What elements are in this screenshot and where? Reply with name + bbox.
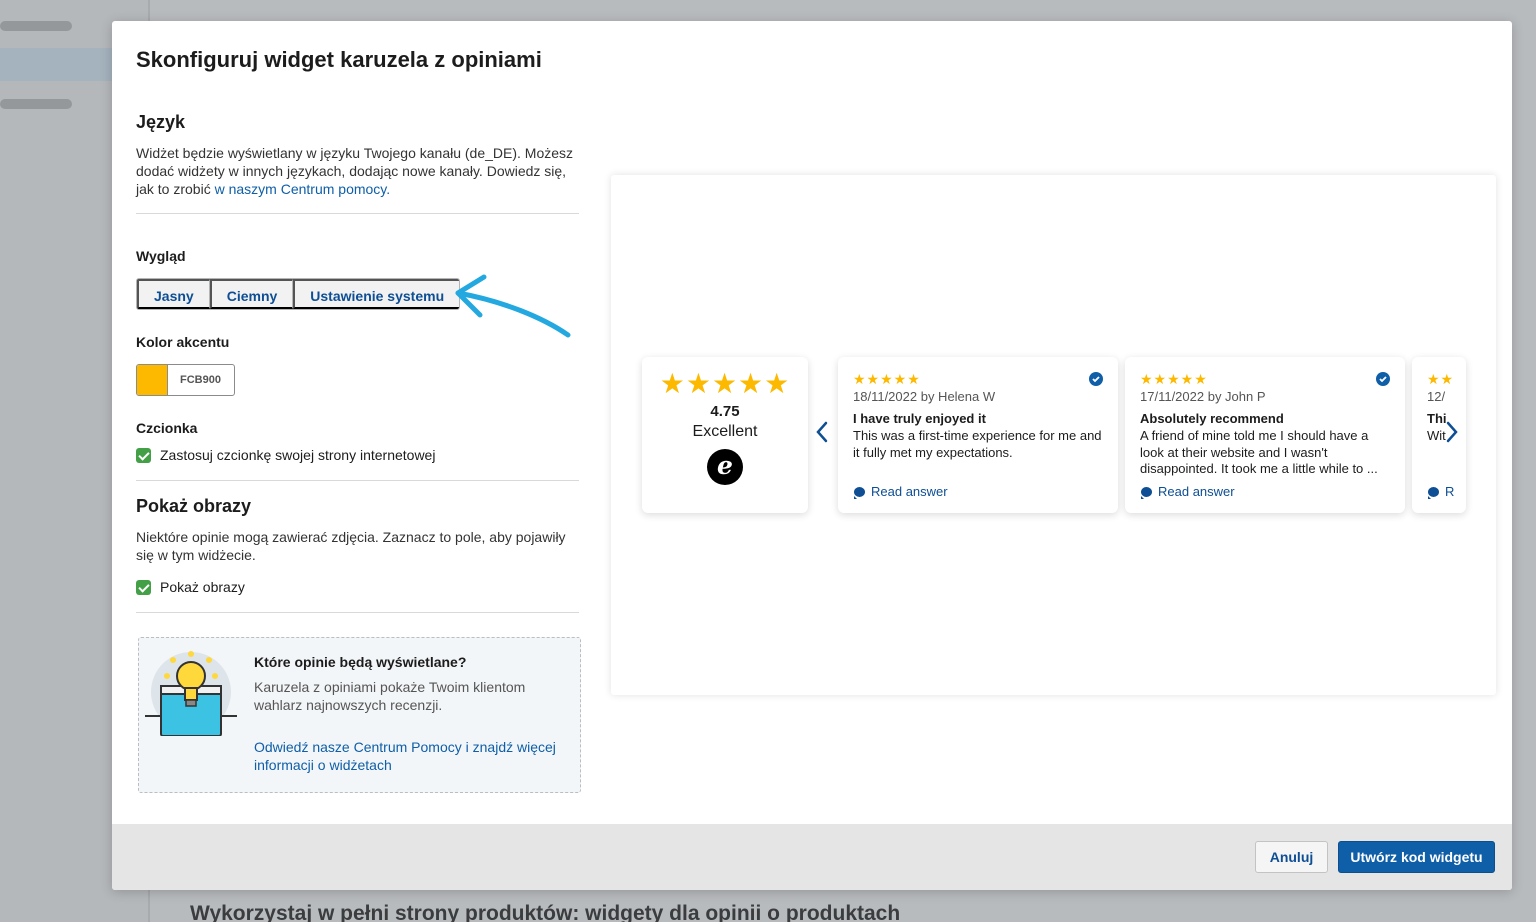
cancel-button[interactable]: Anuluj <box>1255 841 1328 873</box>
review-title: Absolutely recommend <box>1140 411 1284 426</box>
appearance-dark-button[interactable]: Ciemny <box>209 279 294 309</box>
font-checkbox[interactable] <box>136 447 151 463</box>
review-body: A friend of mine told me I should have a… <box>1140 428 1378 476</box>
images-checkbox-row[interactable]: Pokaż obrazy <box>136 579 245 595</box>
chevron-left-icon <box>816 421 828 443</box>
verified-badge-icon <box>1376 372 1390 386</box>
background-nav-item <box>0 99 72 109</box>
rating-label: Excellent <box>692 423 758 440</box>
modal-title: Skonfiguruj widget karuzela z opiniami <box>136 47 542 72</box>
carousel-next-button[interactable] <box>1446 421 1458 447</box>
review-stars: ★★★★★ <box>853 371 921 387</box>
annotation-arrow-icon <box>455 274 571 338</box>
divider <box>136 480 579 481</box>
appearance-label: Wygląd <box>136 248 186 264</box>
font-checkbox-row[interactable]: Zastosuj czcionkę swojej strony internet… <box>136 447 435 463</box>
appearance-light-button[interactable]: Jasny <box>137 279 210 309</box>
review-body: This was a first-time experience for me … <box>853 428 1102 460</box>
language-description: Widżet będzie wyświetlany w języku Twoje… <box>136 144 576 198</box>
appearance-toggle: Jasny Ciemny Ustawienie systemu <box>136 278 461 310</box>
divider <box>136 213 579 214</box>
background-heading: Wykorzystaj w pełni strony produktów: wi… <box>190 902 901 922</box>
carousel-prev-button[interactable] <box>816 421 828 447</box>
accent-color-value[interactable]: FCB900 <box>168 365 221 395</box>
speech-bubble-icon <box>1428 486 1439 499</box>
review-title: I have truly enjoyed it <box>853 411 986 426</box>
review-card: ★★★★★ 18/11/2022 by Helena W I have trul… <box>838 357 1118 513</box>
images-checkbox-label: Pokaż obrazy <box>160 579 245 595</box>
accent-color-swatch[interactable] <box>137 365 168 395</box>
review-stars: ★★ <box>1427 371 1455 387</box>
review-meta: 12/ <box>1427 389 1446 404</box>
review-meta: 17/11/2022 by John P <box>1140 389 1266 404</box>
logo-letter: e <box>717 451 733 480</box>
review-stars: ★★★★★ <box>1140 371 1208 387</box>
images-description: Niektóre opinie mogą zawierać zdjęcia. Z… <box>136 529 566 563</box>
review-card: ★★★★★ 17/11/2022 by John P Absolutely re… <box>1125 357 1405 513</box>
trusted-shops-logo-icon: e <box>707 449 743 485</box>
divider <box>136 612 579 613</box>
configure-widget-modal: Skonfiguruj widget karuzela z opiniami J… <box>112 21 1512 890</box>
appearance-system-button[interactable]: Ustawienie systemu <box>293 279 460 309</box>
chevron-right-icon <box>1446 421 1458 443</box>
info-box: Które opinie będą wyświetlane? Karuzela … <box>138 637 581 793</box>
read-answer-label: Read answer <box>871 484 948 499</box>
accent-color-label: Kolor akcentu <box>136 334 230 350</box>
read-answer-label: R <box>1445 484 1455 499</box>
verified-badge-icon <box>1089 372 1103 386</box>
modal-footer: Anuluj Utwórz kod widgetu <box>112 824 1512 890</box>
speech-bubble-icon <box>854 486 865 499</box>
read-answer-link[interactable]: Read answer <box>1141 484 1235 499</box>
rating-summary-card: ★★★★★ 4.75 Excellent e <box>642 357 808 513</box>
font-label: Czcionka <box>136 420 198 436</box>
read-answer-link[interactable]: R <box>1428 484 1454 499</box>
widget-preview: ★★★★★ 4.75 Excellent e ★★★★★ 18/11/2022 … <box>611 175 1496 695</box>
images-heading: Pokaż obrazy <box>136 496 252 516</box>
help-center-link[interactable]: w naszym Centrum pomocy. <box>215 181 391 197</box>
review-meta: 18/11/2022 by Helena W <box>853 389 996 404</box>
speech-bubble-icon <box>1141 486 1152 499</box>
create-widget-code-button[interactable]: Utwórz kod widgetu <box>1338 841 1495 873</box>
read-answer-label: Read answer <box>1158 484 1235 499</box>
help-center-widgets-link[interactable]: Odwiedź nasze Centrum Pomocy i znajdź wi… <box>254 738 564 774</box>
summary-stars: ★★★★★ <box>659 368 791 399</box>
info-text: Karuzela z opiniami pokaże Twoim kliento… <box>254 679 526 713</box>
read-answer-link[interactable]: Read answer <box>854 484 948 499</box>
images-checkbox[interactable] <box>136 579 151 595</box>
lightbulb-laptop-icon <box>145 651 237 736</box>
rating-value: 4.75 <box>710 403 740 420</box>
info-title: Które opinie będą wyświetlane? <box>254 654 467 670</box>
font-checkbox-label: Zastosuj czcionkę swojej strony internet… <box>160 447 436 463</box>
accent-color-picker[interactable]: FCB900 <box>136 364 235 396</box>
background-nav-item <box>0 21 72 31</box>
language-heading: Język <box>136 112 186 132</box>
